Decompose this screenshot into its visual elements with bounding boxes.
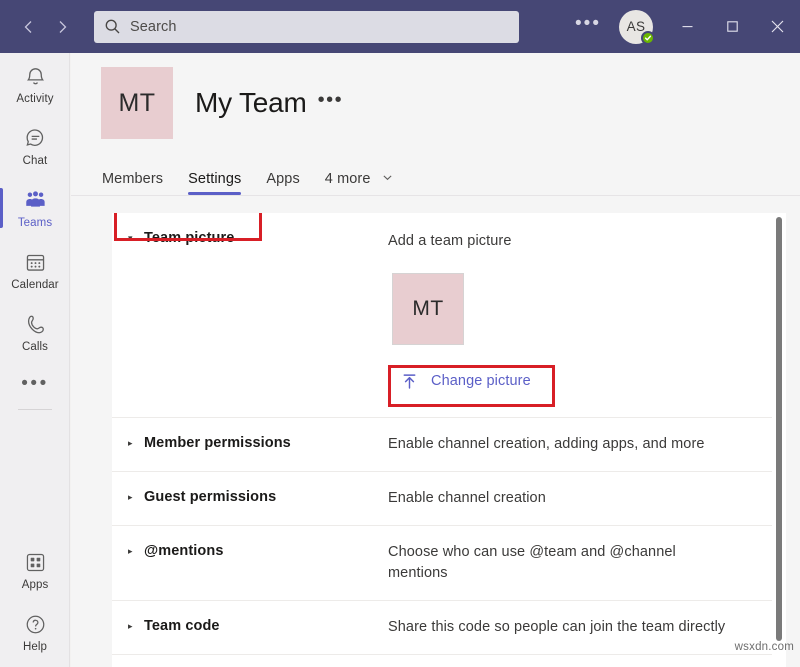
settings-row-title: @mentions bbox=[144, 542, 224, 561]
tab-bar: Members Settings Apps 4 more bbox=[71, 163, 800, 196]
caret-collapsed-icon[interactable]: ▸ bbox=[128, 617, 144, 636]
settings-row-label: ▸ Guest permissions bbox=[112, 488, 388, 507]
sidebar-item-label: Chat bbox=[23, 155, 48, 167]
tab-apps[interactable]: Apps bbox=[266, 171, 299, 195]
sidebar-bottom-group: Apps Help bbox=[0, 539, 70, 663]
settings-row-title: Member permissions bbox=[144, 434, 291, 453]
app-rail: Activity Chat Teams bbox=[0, 53, 70, 667]
settings-row-team-picture[interactable]: ▾ Team picture Add a team picture MT bbox=[112, 213, 772, 418]
sidebar-item-label: Activity bbox=[16, 93, 53, 105]
settings-row-label: ▾ Team picture bbox=[112, 229, 388, 248]
sidebar-item-apps[interactable]: Apps bbox=[0, 539, 70, 601]
settings-card: ▾ Team picture Add a team picture MT bbox=[112, 213, 772, 667]
tab-label: 4 more bbox=[325, 171, 371, 187]
apps-icon bbox=[24, 550, 47, 575]
watermark: wsxdn.com bbox=[735, 641, 794, 653]
settings-row-mentions[interactable]: ▸ @mentions Choose who can use @team and… bbox=[112, 526, 772, 601]
change-picture-button[interactable]: Change picture bbox=[388, 365, 555, 397]
caret-expanded-icon[interactable]: ▾ bbox=[128, 229, 144, 248]
tab-label: Apps bbox=[266, 171, 299, 187]
search-icon bbox=[104, 18, 121, 35]
close-button[interactable] bbox=[755, 0, 800, 53]
settings-row-member-permissions[interactable]: ▸ Member permissions Enable channel crea… bbox=[112, 418, 772, 472]
settings-row-title: Guest permissions bbox=[144, 488, 276, 507]
team-picture-preview: MT bbox=[392, 273, 464, 345]
sidebar-item-calls[interactable]: Calls bbox=[0, 301, 70, 363]
help-icon bbox=[24, 612, 47, 637]
change-picture-wrap: Change picture bbox=[388, 365, 555, 397]
calendar-icon bbox=[24, 250, 47, 275]
settings-row-description: Add a team picture bbox=[388, 231, 555, 252]
settings-row-label: ▸ @mentions bbox=[112, 542, 388, 561]
team-picture-block: Add a team picture MT Change picture bbox=[388, 229, 555, 401]
sidebar-item-help[interactable]: Help bbox=[0, 601, 70, 663]
sidebar-item-activity[interactable]: Activity bbox=[0, 53, 70, 115]
titlebar-more-button[interactable]: ••• bbox=[561, 14, 615, 33]
minimize-button[interactable] bbox=[665, 0, 710, 53]
team-more-options-button[interactable]: ••• bbox=[318, 90, 344, 110]
search-input[interactable]: Search bbox=[94, 11, 519, 43]
team-avatar: MT bbox=[101, 67, 173, 139]
main-content: MT My Team ••• Members Settings Apps 4 m… bbox=[71, 53, 800, 667]
titlebar-right-controls: ••• AS bbox=[561, 0, 800, 53]
change-picture-label: Change picture bbox=[431, 373, 531, 389]
team-header: MT My Team ••• bbox=[71, 53, 800, 139]
settings-row-description: Enable channel creation, adding apps, an… bbox=[388, 434, 705, 455]
bell-icon bbox=[24, 64, 47, 89]
caret-collapsed-icon[interactable]: ▸ bbox=[128, 542, 144, 561]
page-title: My Team bbox=[195, 87, 307, 119]
tab-members[interactable]: Members bbox=[102, 171, 163, 195]
sidebar-item-label: Teams bbox=[18, 217, 52, 229]
phone-icon bbox=[24, 312, 47, 337]
scrollbar-thumb[interactable] bbox=[776, 217, 782, 641]
sidebar-item-chat[interactable]: Chat bbox=[0, 115, 70, 177]
sidebar-item-label: Calendar bbox=[11, 279, 58, 291]
tab-more[interactable]: 4 more bbox=[325, 171, 393, 195]
forward-button[interactable] bbox=[49, 14, 75, 40]
sidebar-divider bbox=[18, 409, 52, 410]
settings-row-title: Team code bbox=[144, 617, 220, 636]
settings-row-description: Choose who can use @team and @channel me… bbox=[388, 542, 733, 584]
maximize-button[interactable] bbox=[710, 0, 755, 53]
settings-row-guest-permissions[interactable]: ▸ Guest permissions Enable channel creat… bbox=[112, 472, 772, 526]
sidebar-item-label: Help bbox=[23, 641, 47, 653]
chat-icon bbox=[24, 126, 47, 151]
sidebar-item-label: Calls bbox=[22, 341, 48, 353]
sidebar-item-label: Apps bbox=[22, 579, 49, 591]
settings-scrollbar[interactable] bbox=[772, 213, 786, 667]
tab-settings[interactable]: Settings bbox=[188, 171, 241, 195]
title-bar: Search ••• AS bbox=[0, 0, 800, 53]
settings-row-title: Team picture bbox=[144, 229, 234, 248]
caret-collapsed-icon[interactable]: ▸ bbox=[128, 488, 144, 507]
tab-label: Members bbox=[102, 171, 163, 187]
upload-icon bbox=[401, 373, 418, 390]
search-placeholder: Search bbox=[130, 19, 177, 35]
presence-available-icon bbox=[641, 31, 655, 45]
settings-row-description: Enable channel creation bbox=[388, 488, 546, 509]
sidebar-more-button[interactable]: ••• bbox=[0, 359, 70, 407]
sidebar-item-calendar[interactable]: Calendar bbox=[0, 239, 70, 301]
teams-icon bbox=[23, 188, 48, 213]
settings-row-team-code[interactable]: ▸ Team code Share this code so people ca… bbox=[112, 601, 772, 655]
settings-row-label: ▸ Member permissions bbox=[112, 434, 388, 453]
caret-collapsed-icon[interactable]: ▸ bbox=[128, 434, 144, 453]
settings-row-label: ▸ Team code bbox=[112, 617, 388, 636]
nav-buttons bbox=[0, 14, 90, 40]
sidebar-item-teams[interactable]: Teams bbox=[0, 177, 70, 239]
team-title-row: My Team ••• bbox=[195, 87, 343, 119]
back-button[interactable] bbox=[16, 14, 42, 40]
settings-row-description: Share this code so people can join the t… bbox=[388, 617, 725, 638]
tab-label: Settings bbox=[188, 171, 241, 187]
avatar[interactable]: AS bbox=[619, 10, 653, 44]
chevron-down-icon bbox=[382, 171, 393, 187]
